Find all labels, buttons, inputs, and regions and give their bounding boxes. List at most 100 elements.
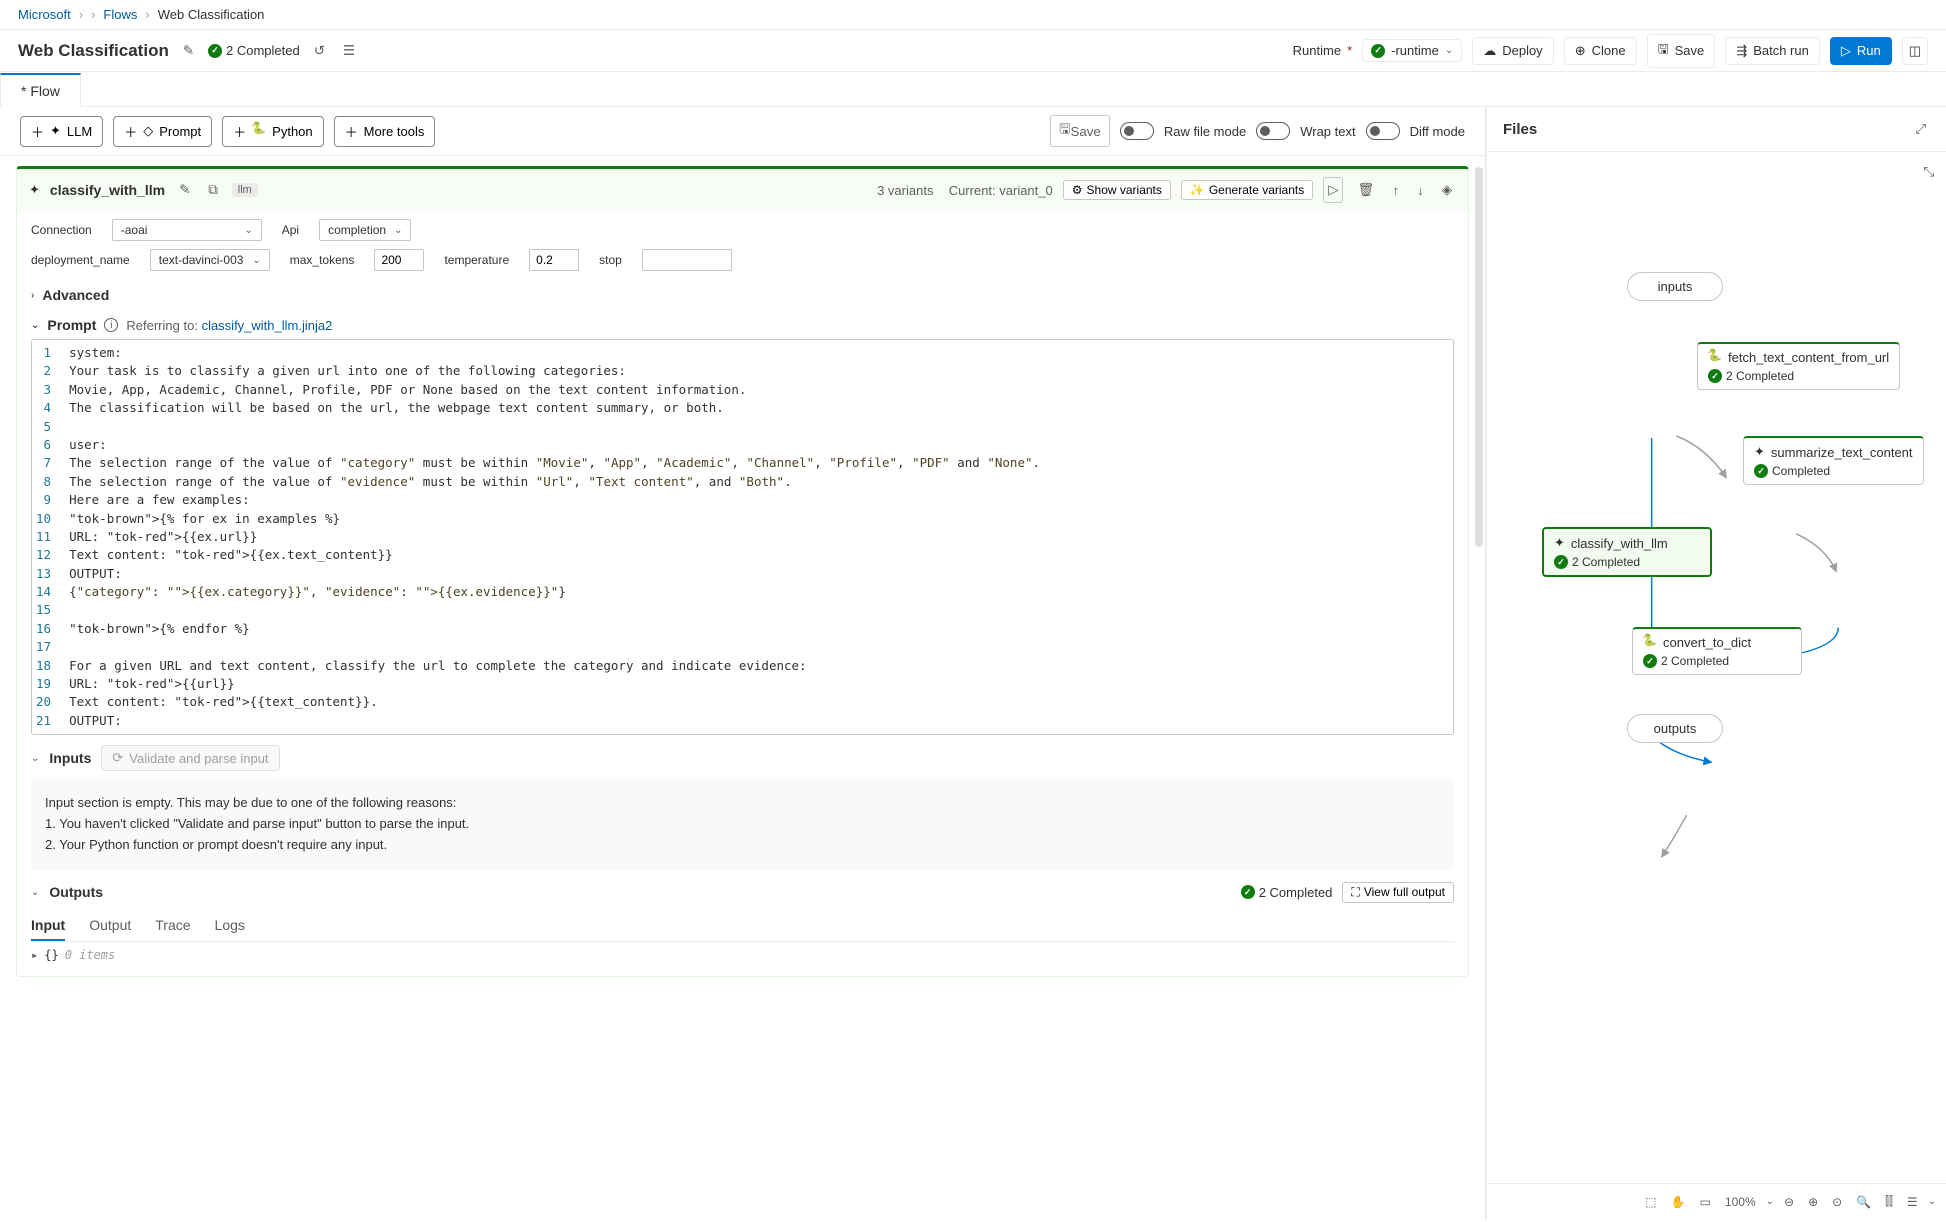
- play-icon: ▷: [1841, 43, 1851, 59]
- graph-node-convert[interactable]: convert_to_dict ✓2 Completed: [1632, 627, 1802, 675]
- graph-toolbar: ⬚ ✋ ▭ 100%⌄ ⊖ ⊕ ⊙ 🔍 ⫿⫿ ☰⌄: [1487, 1183, 1946, 1219]
- toggle-raw-mode[interactable]: [1120, 122, 1154, 140]
- deployment-select[interactable]: text-davinci-003⌄: [150, 249, 270, 271]
- outputs-header: Outputs: [49, 884, 103, 900]
- graph-node-outputs[interactable]: outputs: [1627, 714, 1723, 743]
- runtime-select[interactable]: ✓ -runtime ⌄: [1362, 39, 1462, 62]
- temperature-input[interactable]: [529, 249, 579, 271]
- move-up-button[interactable]: ↑: [1388, 179, 1403, 202]
- list-button[interactable]: ☰: [339, 39, 359, 63]
- editor-tabs: * Flow: [0, 72, 1946, 107]
- breadcrumb-flows[interactable]: Flows: [103, 7, 137, 22]
- search-graph-icon[interactable]: 🔍: [1852, 1191, 1875, 1213]
- llm-icon: ✦: [50, 123, 61, 139]
- panel-toggle-button[interactable]: ◫: [1902, 37, 1928, 65]
- toggle-diff-mode[interactable]: [1366, 122, 1400, 140]
- files-panel: Files ⤢ ⤡ inputs fetch_text_content_from…: [1486, 107, 1946, 1219]
- locate-node-button[interactable]: ◈: [1438, 178, 1456, 202]
- toggle-wrap-label: Wrap text: [1300, 124, 1355, 139]
- tab-trace[interactable]: Trace: [155, 911, 190, 941]
- connection-select[interactable]: -aoai⌄: [112, 219, 262, 241]
- advanced-section[interactable]: › Advanced: [31, 279, 1454, 309]
- save-button[interactable]: 🖫Save: [1647, 34, 1716, 68]
- chevron-right-icon: ›: [79, 7, 83, 22]
- check-icon: ✓: [1241, 885, 1255, 899]
- toggle-wrap-text[interactable]: [1256, 122, 1290, 140]
- move-down-button[interactable]: ↓: [1413, 179, 1428, 202]
- fit-icon[interactable]: ▭: [1696, 1191, 1715, 1213]
- history-button[interactable]: ↺: [310, 39, 329, 63]
- scrollbar[interactable]: [1475, 167, 1483, 547]
- run-status-badge: ✓ 2 Completed: [208, 43, 300, 58]
- zoom-level: 100%: [1721, 1191, 1760, 1213]
- edit-title-button[interactable]: ✎: [179, 39, 198, 63]
- save-icon: 🖫: [1658, 40, 1669, 62]
- api-select[interactable]: completion⌄: [319, 219, 411, 241]
- zoom-fit-icon[interactable]: ⊙: [1828, 1191, 1846, 1213]
- view-full-output-button[interactable]: ⛶View full output: [1342, 882, 1454, 903]
- check-icon: ✓: [1554, 555, 1568, 569]
- add-python-button[interactable]: ＋ Python: [222, 116, 324, 147]
- tab-flow[interactable]: * Flow: [0, 73, 81, 107]
- check-icon: ✓: [1754, 464, 1768, 478]
- prompt-section[interactable]: ⌄ Prompt i Referring to: classify_with_l…: [31, 309, 1454, 339]
- check-icon: ✓: [208, 44, 222, 58]
- stop-label: stop: [599, 253, 622, 267]
- outputs-status: ✓2 Completed: [1241, 885, 1333, 900]
- llm-icon: ✦: [1754, 444, 1765, 460]
- python-icon: [1643, 636, 1657, 650]
- api-label: Api: [282, 223, 299, 237]
- run-node-button[interactable]: ▷: [1323, 177, 1343, 203]
- deployment-label: deployment_name: [31, 253, 130, 267]
- status-text: 2 Completed: [226, 43, 300, 58]
- graph-node-classify[interactable]: ✦classify_with_llm ✓2 Completed: [1542, 527, 1712, 577]
- title-bar: Web Classification ✎ ✓ 2 Completed ↺ ☰ R…: [0, 30, 1946, 72]
- save-flow-button[interactable]: 🖫 Save: [1050, 115, 1110, 147]
- zoom-in-icon[interactable]: ⊕: [1804, 1191, 1822, 1213]
- run-button[interactable]: ▷Run: [1830, 37, 1892, 65]
- code-lines[interactable]: system:Your task is to classify a given …: [61, 340, 1453, 734]
- more-tools-button[interactable]: ＋ More tools: [334, 116, 436, 147]
- batch-run-button[interactable]: ⇶Batch run: [1725, 37, 1820, 65]
- max-tokens-input[interactable]: [374, 249, 424, 271]
- refresh-icon: ⟳: [112, 750, 123, 766]
- generate-variants-button[interactable]: ✨Generate variants: [1181, 180, 1313, 200]
- temperature-label: temperature: [444, 253, 509, 267]
- tab-logs[interactable]: Logs: [215, 911, 245, 941]
- tab-input[interactable]: Input: [31, 911, 65, 941]
- delete-node-button[interactable]: 🗑: [1353, 178, 1378, 202]
- chevron-right-icon: ›: [145, 7, 149, 22]
- pan-icon[interactable]: ✋: [1667, 1191, 1690, 1213]
- graph-node-fetch[interactable]: fetch_text_content_from_url ✓2 Completed: [1697, 342, 1900, 390]
- layout-icon[interactable]: ⬚: [1641, 1191, 1660, 1213]
- prompt-editor[interactable]: 123456789101112131415161718192021 system…: [31, 339, 1454, 735]
- prompt-file-link[interactable]: classify_with_llm.jinja2: [202, 318, 333, 333]
- edit-node-name-button[interactable]: ✎: [175, 178, 194, 202]
- clone-button[interactable]: ⊕Clone: [1564, 37, 1637, 65]
- prompt-icon: ◇: [143, 123, 153, 139]
- tool-row: ＋ ✦ LLM ＋ ◇ Prompt ＋ Python ＋ More tools…: [0, 107, 1485, 156]
- tab-output[interactable]: Output: [89, 911, 131, 941]
- info-icon: i: [104, 318, 118, 332]
- llm-icon: ✦: [29, 182, 40, 198]
- compact-icon[interactable]: ⫿⫿: [1881, 1190, 1897, 1213]
- add-prompt-button[interactable]: ＋ ◇ Prompt: [113, 116, 212, 147]
- variants-meta: 3 variants Current: variant_0: [877, 183, 1053, 198]
- copy-node-button[interactable]: ⧉: [204, 178, 222, 202]
- list-view-icon[interactable]: ☰: [1903, 1191, 1922, 1213]
- breadcrumb-root[interactable]: Microsoft: [18, 7, 71, 22]
- graph-node-inputs[interactable]: inputs: [1627, 272, 1723, 301]
- graph-node-summarize[interactable]: ✦summarize_text_content ✓Completed: [1743, 436, 1924, 485]
- wand-icon: ✨: [1190, 183, 1205, 197]
- deploy-button[interactable]: ☁Deploy: [1472, 37, 1553, 65]
- zoom-out-icon[interactable]: ⊖: [1780, 1191, 1798, 1213]
- graph-canvas[interactable]: ⤡ inputs fetch_text_content_from_url ✓2 …: [1487, 152, 1946, 1183]
- show-variants-button[interactable]: ⚙Show variants: [1063, 180, 1171, 200]
- panel-icon: ◫: [1909, 43, 1921, 59]
- add-llm-button[interactable]: ＋ ✦ LLM: [20, 116, 103, 147]
- files-title: Files: [1503, 121, 1537, 138]
- minimize-graph-button[interactable]: ⤡: [1919, 160, 1938, 184]
- expand-panel-button[interactable]: ⤢: [1911, 117, 1930, 141]
- cloud-icon: ☁: [1483, 43, 1496, 59]
- stop-input[interactable]: [642, 249, 732, 271]
